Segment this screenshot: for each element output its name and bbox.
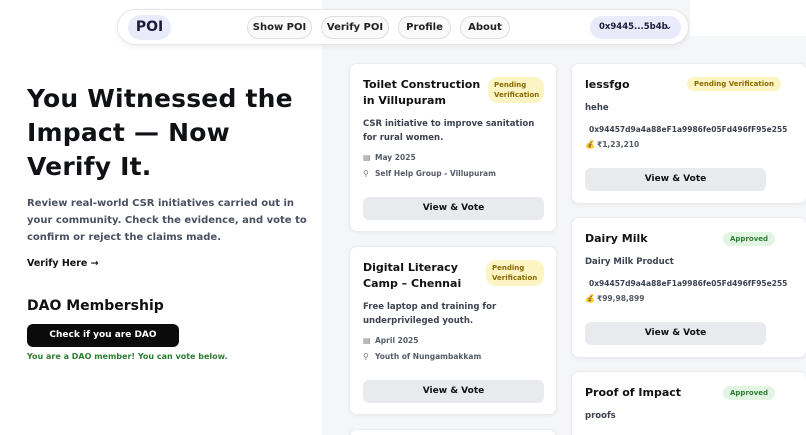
- wallet-address-text: 0x94457d9a4a88eF1a9986fe05Fd496fF95e255: [589, 125, 788, 134]
- location-pin-icon: ⚲: [363, 352, 369, 361]
- wallet-button[interactable]: 0x9445...5b4b ⌄: [590, 16, 681, 39]
- card-description: hehe: [585, 103, 609, 113]
- card-title: Proof of Impact: [585, 386, 682, 399]
- card-location: ⚲ Self Help Group - Villupuram: [363, 169, 496, 178]
- poi-card: Toilet Construction in Villupuram Pendin…: [349, 63, 557, 232]
- view-vote-button[interactable]: View & Vote: [585, 168, 766, 191]
- logo[interactable]: POI: [128, 15, 171, 40]
- card-location: ⚲ Youth of Nungambakkam: [363, 352, 481, 361]
- card-amount: 💰 ₹99,98,899: [585, 294, 644, 303]
- card-amount-text: ₹1,23,210: [597, 140, 640, 149]
- nav-verify-poi[interactable]: Verify POI: [321, 16, 389, 39]
- poi-card: Dairy Milk Approved Dairy Milk Product 0…: [571, 217, 806, 358]
- card-title: lessfgo: [585, 78, 630, 91]
- card-date: ▤ May 2025: [363, 153, 416, 162]
- dao-membership-title: DAO Membership: [27, 298, 164, 314]
- money-bag-icon: 💰: [585, 140, 595, 149]
- card-title: Digital Literacy Camp – Chennai: [363, 261, 462, 290]
- hero-title-line: Impact — Now: [27, 118, 230, 147]
- card-description: proofs: [585, 411, 616, 421]
- poi-card: Digital Literacy Camp – Chennai Pending …: [349, 246, 557, 415]
- hero-title-line: You Witnessed the: [27, 84, 293, 113]
- panel-top-strip: [690, 0, 806, 36]
- hero-title-line: Verify It.: [27, 152, 152, 181]
- status-badge: Pending Verification: [488, 77, 544, 103]
- location-pin-icon: ⚲: [363, 169, 369, 178]
- card-title: Toilet Construction in Villupuram: [363, 78, 481, 107]
- money-bag-icon: 💰: [585, 294, 595, 303]
- verify-here-link[interactable]: Verify Here →: [27, 258, 99, 269]
- dao-status-message: You are a DAO member! You can vote below…: [27, 352, 228, 361]
- card-description: Dairy Milk Product: [585, 257, 674, 267]
- card-date-text: May 2025: [375, 153, 416, 162]
- poi-card-partial: [349, 429, 557, 435]
- status-badge: Approved: [723, 232, 776, 246]
- navbar: POI Show POI Verify POI Profile About 0x…: [117, 9, 689, 45]
- card-amount: 💰 ₹1,23,210: [585, 140, 639, 149]
- chevron-down-icon: ⌄: [664, 22, 672, 32]
- card-description: Free laptop and training for underprivil…: [363, 302, 497, 326]
- hero-title: You Witnessed the Impact — Now Verify It…: [27, 82, 317, 184]
- view-vote-button[interactable]: View & Vote: [363, 380, 544, 403]
- card-location-text: Self Help Group - Villupuram: [375, 169, 496, 178]
- page: POI Show POI Verify POI Profile About 0x…: [0, 0, 806, 435]
- card-date: ▤ April 2025: [363, 336, 419, 345]
- view-vote-button[interactable]: View & Vote: [585, 322, 766, 345]
- poi-card: Proof of Impact Approved proofs: [571, 371, 806, 435]
- check-dao-member-button[interactable]: Check if you are DAO member: [27, 324, 179, 363]
- wallet-address: 0x9445...5b4b: [599, 22, 668, 32]
- hero-description: Review real-world CSR initiatives carrie…: [27, 198, 307, 243]
- calendar-icon: ▤: [363, 153, 371, 162]
- card-date-text: April 2025: [375, 336, 419, 345]
- nav-show-poi[interactable]: Show POI: [247, 16, 312, 39]
- status-badge: Pending Verification: [486, 260, 544, 286]
- card-description: CSR initiative to improve sanitation for…: [363, 119, 535, 143]
- poi-card: lessfgo Pending Verification hehe 0x9445…: [571, 63, 806, 204]
- view-vote-button[interactable]: View & Vote: [363, 197, 544, 220]
- card-amount-text: ₹99,98,899: [597, 294, 645, 303]
- card-location-text: Youth of Nungambakkam: [375, 352, 482, 361]
- status-badge: Approved: [723, 386, 776, 400]
- card-title: Dairy Milk: [585, 232, 648, 245]
- calendar-icon: ▤: [363, 336, 371, 345]
- wallet-address-text: 0x94457d9a4a88eF1a9986fe05Fd496fF95e255: [589, 279, 788, 288]
- status-badge: Pending Verification: [687, 77, 781, 91]
- nav-about[interactable]: About: [460, 16, 510, 39]
- nav-profile[interactable]: Profile: [398, 16, 451, 39]
